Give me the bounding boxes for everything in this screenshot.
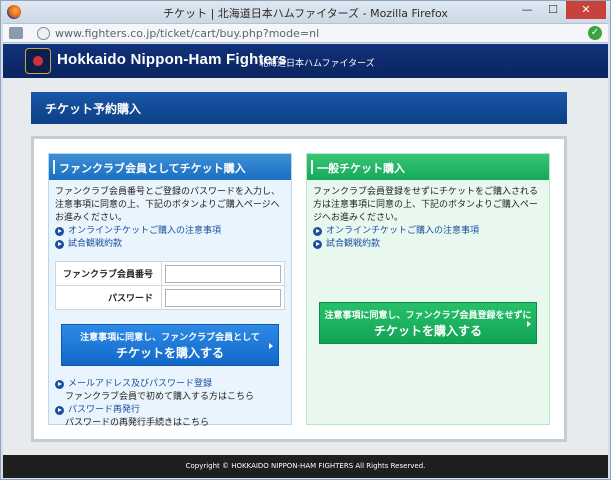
arrow-icon	[55, 227, 64, 236]
register-note: ファンクラブ会員で初めて購入する方はこちら	[65, 392, 255, 402]
browser-window: チケット | 北海道日本ハムファイターズ - Mozilla Firefox —…	[0, 0, 611, 480]
section-title: チケット予約購入	[31, 92, 567, 124]
general-button-line1: 注意事項に同意し、ファンクラブ会員登録をせずに	[324, 310, 532, 321]
window-controls: — ☐ ✕	[514, 1, 606, 19]
general-purchase-button[interactable]: 注意事項に同意し、ファンクラブ会員登録をせずに チケットを購入する	[319, 302, 537, 344]
member-link-notes[interactable]: オンラインチケットご購入の注意事項	[49, 225, 291, 238]
member-link-terms[interactable]: 試合観戦約款	[49, 238, 291, 251]
register-link[interactable]: メールアドレス及びパスワード登録	[49, 378, 291, 391]
password-input[interactable]	[165, 288, 281, 307]
link-label[interactable]: メールアドレス及びパスワード登録	[68, 378, 212, 391]
url-text[interactable]: www.fighters.co.jp/ticket/cart/buy.php?m…	[55, 27, 319, 40]
general-purchase-panel: 一般チケット購入 ファンクラブ会員登録をせずにチケットをご購入される方は注意事項…	[306, 153, 550, 425]
member-panel-heading: ファンクラブ会員としてチケット購入	[49, 154, 291, 180]
arrow-icon	[55, 380, 64, 389]
copyright-footer: Copyright © HOKKAIDO NIPPON-HAM FIGHTERS…	[3, 455, 608, 478]
arrow-icon	[55, 240, 64, 249]
link-label[interactable]: 試合観戦約款	[326, 238, 380, 251]
title-bar: チケット | 北海道日本ハムファイターズ - Mozilla Firefox —…	[1, 1, 610, 23]
general-panel-description: ファンクラブ会員登録をせずにチケットをご購入される方は注意事項に同意の上、下記の…	[313, 187, 539, 223]
fighters-logo[interactable]	[25, 48, 51, 74]
web-page: Hokkaido Nippon-Ham Fighters 北海道日本ハムファイタ…	[3, 44, 608, 478]
member-number-input[interactable]	[165, 264, 281, 283]
link-label[interactable]: 試合観戦約款	[68, 238, 122, 251]
minimize-button[interactable]: —	[514, 1, 540, 19]
password-reset-link[interactable]: パスワード再発行	[49, 404, 291, 417]
chevron-right-icon	[269, 343, 273, 349]
password-reset-note: パスワードの再発行手続きはこちら	[65, 418, 210, 428]
maximize-button[interactable]: ☐	[540, 1, 566, 19]
general-button-line2: チケットを購入する	[373, 323, 482, 338]
general-link-notes[interactable]: オンラインチケットご購入の注意事項	[307, 225, 549, 238]
brand-name-jp: 北海道日本ハムファイターズ	[259, 59, 375, 69]
password-label: パスワード	[55, 285, 162, 310]
member-purchase-panel: ファンクラブ会員としてチケット購入 ファンクラブ会員番号とご登録のパスワードを入…	[48, 153, 292, 428]
member-number-label: ファンクラブ会員番号	[55, 261, 162, 286]
page-menu-icon[interactable]	[9, 27, 23, 39]
arrow-icon	[313, 227, 322, 236]
link-label[interactable]: パスワード再発行	[68, 404, 140, 417]
member-panel-description: ファンクラブ会員番号とご登録のパスワードを入力し、注意事項に同意の上、下記のボタ…	[55, 187, 281, 223]
link-label[interactable]: オンラインチケットご購入の注意事項	[326, 225, 479, 238]
purchase-options-box: ファンクラブ会員としてチケット購入 ファンクラブ会員番号とご登録のパスワードを入…	[31, 136, 567, 442]
arrow-icon	[313, 240, 322, 249]
link-label[interactable]: オンラインチケットご購入の注意事項	[68, 225, 221, 238]
login-form: ファンクラブ会員番号 パスワード	[55, 261, 285, 310]
brand-name[interactable]: Hokkaido Nippon-Ham Fighters	[57, 51, 287, 68]
globe-icon	[37, 27, 50, 40]
member-bottom-links: メールアドレス及びパスワード登録 ファンクラブ会員で初めて購入する方はこちら パ…	[49, 378, 291, 430]
main-content: チケット予約購入 ファンクラブ会員としてチケット購入 ファンクラブ会員番号とご登…	[3, 78, 608, 455]
chevron-right-icon	[527, 321, 531, 327]
checkmark-icon: ✓	[588, 26, 602, 40]
general-panel-heading: 一般チケット購入	[307, 154, 549, 180]
address-bar[interactable]: www.fighters.co.jp/ticket/cart/buy.php?m…	[3, 23, 608, 43]
member-purchase-button[interactable]: 注意事項に同意し、ファンクラブ会員として チケットを購入する	[61, 324, 279, 366]
site-header: Hokkaido Nippon-Ham Fighters 北海道日本ハムファイタ…	[3, 44, 608, 78]
member-button-line1: 注意事項に同意し、ファンクラブ会員として	[80, 332, 260, 343]
general-link-terms[interactable]: 試合観戦約款	[307, 238, 549, 251]
close-button[interactable]: ✕	[566, 1, 606, 19]
member-button-line2: チケットを購入する	[115, 345, 224, 360]
arrow-icon	[55, 406, 64, 415]
